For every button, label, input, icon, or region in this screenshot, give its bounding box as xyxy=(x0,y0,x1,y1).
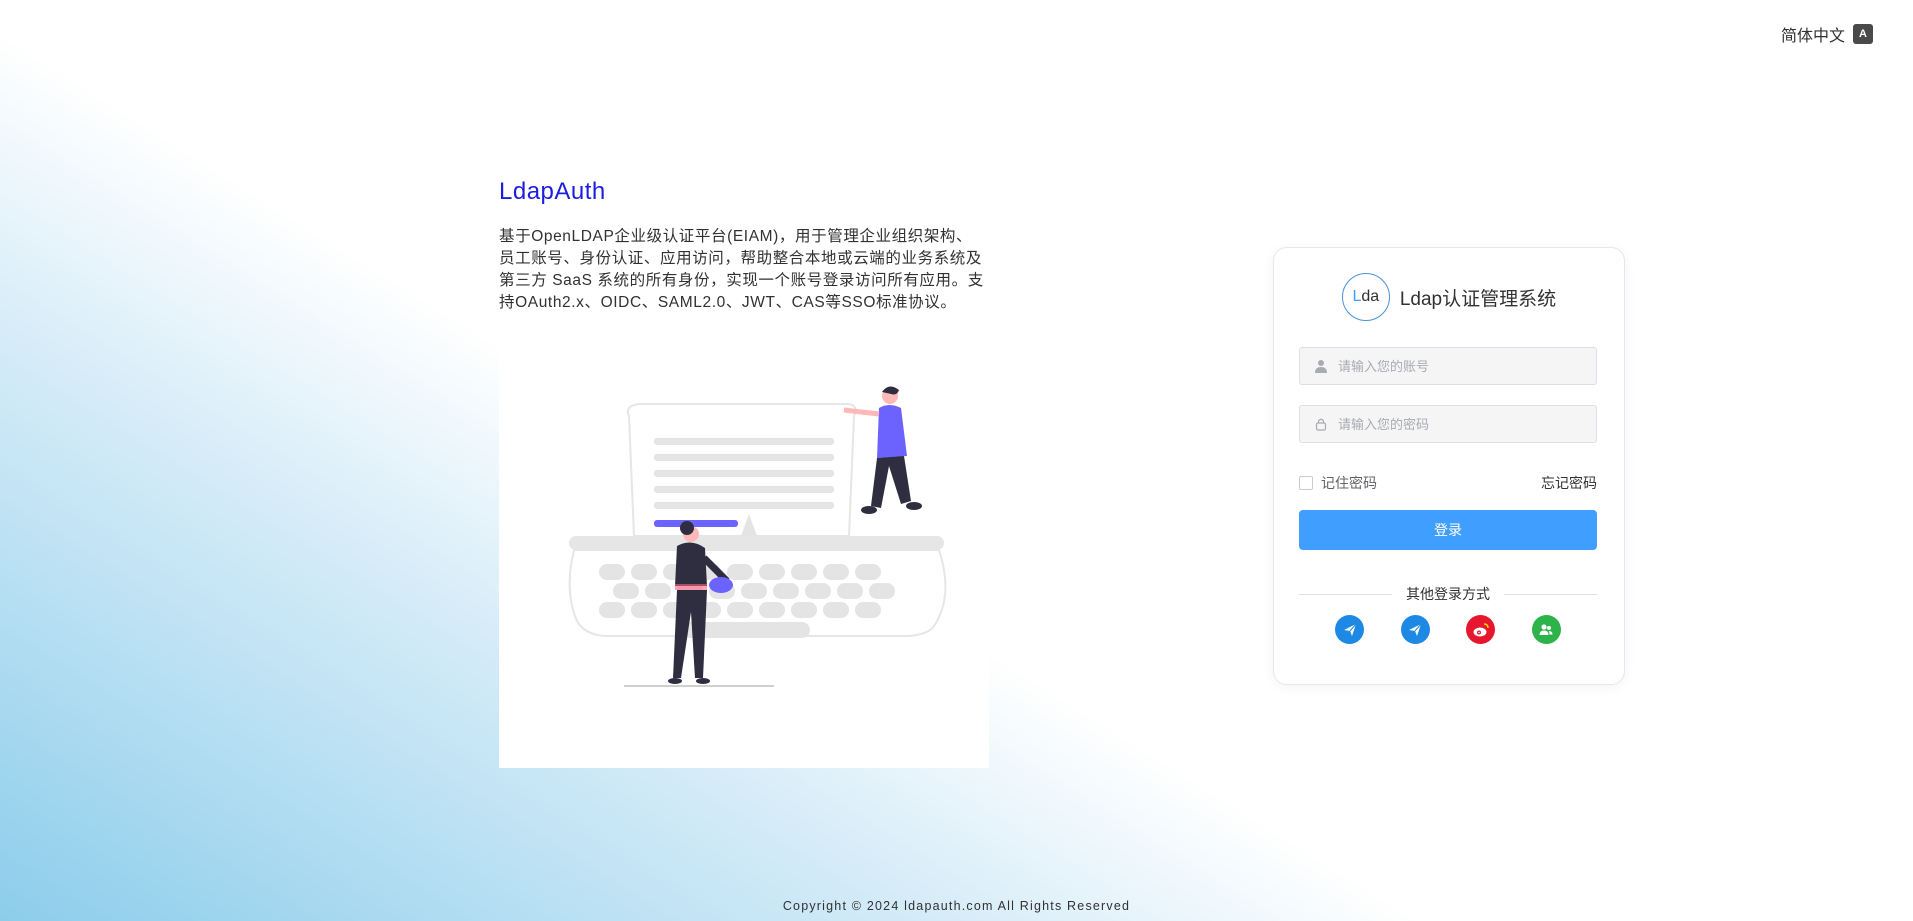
typewriter-illustration xyxy=(568,386,947,687)
username-input[interactable] xyxy=(1336,357,1596,375)
app-title: Ldap认证管理系统 xyxy=(1399,288,1557,310)
language-label: 简体中文 xyxy=(1780,28,1845,45)
copyright-footer: Copyright © 2024 ldapauth.com All Rights… xyxy=(782,899,1131,913)
card-header: Lda Ldap认证管理系统 xyxy=(1274,273,1624,321)
username-field[interactable] xyxy=(1299,347,1597,385)
password-field[interactable] xyxy=(1299,405,1597,443)
other-login-label: 其他登录方式 xyxy=(1406,586,1490,602)
translate-icon: A xyxy=(1853,24,1873,44)
login-button[interactable]: 登录 xyxy=(1299,510,1597,550)
product-title: LdapAuth xyxy=(499,178,606,205)
contact-icon[interactable] xyxy=(1531,615,1561,644)
app-logo: Lda xyxy=(1341,273,1390,321)
checkbox-box[interactable] xyxy=(1299,476,1313,490)
lock-icon xyxy=(1314,417,1328,431)
remember-password-checkbox[interactable]: 记住密码 xyxy=(1299,473,1377,493)
weibo-icon[interactable] xyxy=(1466,615,1496,644)
forgot-password-link[interactable]: 忘记密码 xyxy=(1541,473,1597,493)
divider-line xyxy=(1299,593,1392,595)
other-login-divider: 其他登录方式 xyxy=(1299,584,1597,604)
remember-label: 记住密码 xyxy=(1321,475,1377,491)
login-card: Lda Ldap认证管理系统 记住密码 忘记密码 登录 其他登录方式 xyxy=(1273,247,1625,685)
feishu-icon[interactable] xyxy=(1400,615,1430,644)
password-input[interactable] xyxy=(1336,415,1596,433)
divider-line xyxy=(1504,593,1597,595)
language-switcher[interactable]: 简体中文 A xyxy=(1781,22,1873,46)
feishu-icon[interactable] xyxy=(1335,615,1365,644)
user-icon xyxy=(1314,359,1328,373)
remember-row: 记住密码 忘记密码 xyxy=(1299,473,1597,493)
third-party-providers xyxy=(1299,615,1597,644)
product-description: 基于OpenLDAP企业级认证平台(EIAM)，用于管理企业组织架构、员工账号、… xyxy=(499,228,984,311)
intro-panel: LdapAuth 基于OpenLDAP企业级认证平台(EIAM)，用于管理企业组… xyxy=(499,168,989,768)
